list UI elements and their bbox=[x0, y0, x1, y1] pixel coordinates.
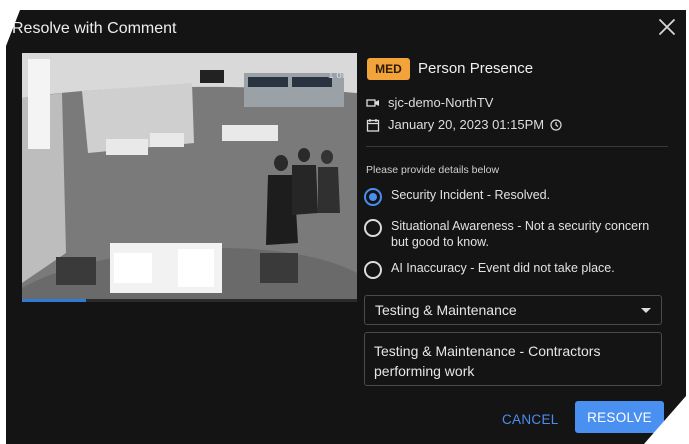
close-icon[interactable] bbox=[658, 18, 676, 36]
camera-name: sjc-demo-NorthTV bbox=[388, 95, 494, 110]
option-situational-awareness[interactable]: Situational Awareness - Not a security c… bbox=[364, 218, 669, 250]
severity-badge: MED bbox=[367, 58, 410, 80]
form-prompt: Please provide details below bbox=[366, 164, 500, 176]
category-value: Testing & Maintenance bbox=[375, 302, 517, 318]
corner-cut bbox=[6, 10, 20, 46]
radio-button[interactable] bbox=[364, 219, 382, 237]
video-progress[interactable] bbox=[22, 299, 357, 302]
video-counter: 1 of 1 bbox=[327, 70, 353, 81]
video-player[interactable]: 1 of 1 bbox=[22, 53, 357, 299]
option-ai-inaccuracy[interactable]: AI Inaccuracy - Event did not take place… bbox=[364, 260, 669, 279]
option-label: AI Inaccuracy - Event did not take place… bbox=[391, 261, 615, 275]
comment-field[interactable]: Testing & Maintenance - Contractors perf… bbox=[364, 332, 662, 386]
video-frame bbox=[22, 53, 357, 299]
corner-cut bbox=[644, 396, 686, 444]
resolve-dialog: Resolve with Comment 1 of 1 MED Person P… bbox=[6, 10, 686, 444]
datetime-row: January 20, 2023 01:15PM bbox=[366, 117, 562, 132]
dropdown-caret-icon bbox=[641, 307, 651, 313]
radio-button[interactable] bbox=[364, 261, 382, 279]
option-label: Security Incident - Resolved. bbox=[391, 188, 551, 202]
calendar-icon bbox=[366, 118, 380, 132]
event-title: Person Presence bbox=[418, 60, 534, 77]
category-select[interactable]: Testing & Maintenance bbox=[364, 295, 662, 325]
event-datetime: January 20, 2023 01:15PM bbox=[388, 117, 545, 132]
camera-icon bbox=[366, 98, 379, 107]
cancel-button[interactable]: CANCEL bbox=[496, 405, 565, 435]
dialog-title: Resolve with Comment bbox=[12, 20, 177, 37]
radio-button[interactable] bbox=[364, 188, 382, 206]
clock-icon bbox=[550, 118, 562, 131]
divider bbox=[366, 146, 668, 147]
option-label: Situational Awareness - Not a security c… bbox=[391, 219, 650, 249]
camera-row: sjc-demo-NorthTV bbox=[366, 95, 493, 110]
option-security-incident[interactable]: Security Incident - Resolved. bbox=[364, 187, 669, 206]
video-progress-fill bbox=[22, 299, 86, 302]
